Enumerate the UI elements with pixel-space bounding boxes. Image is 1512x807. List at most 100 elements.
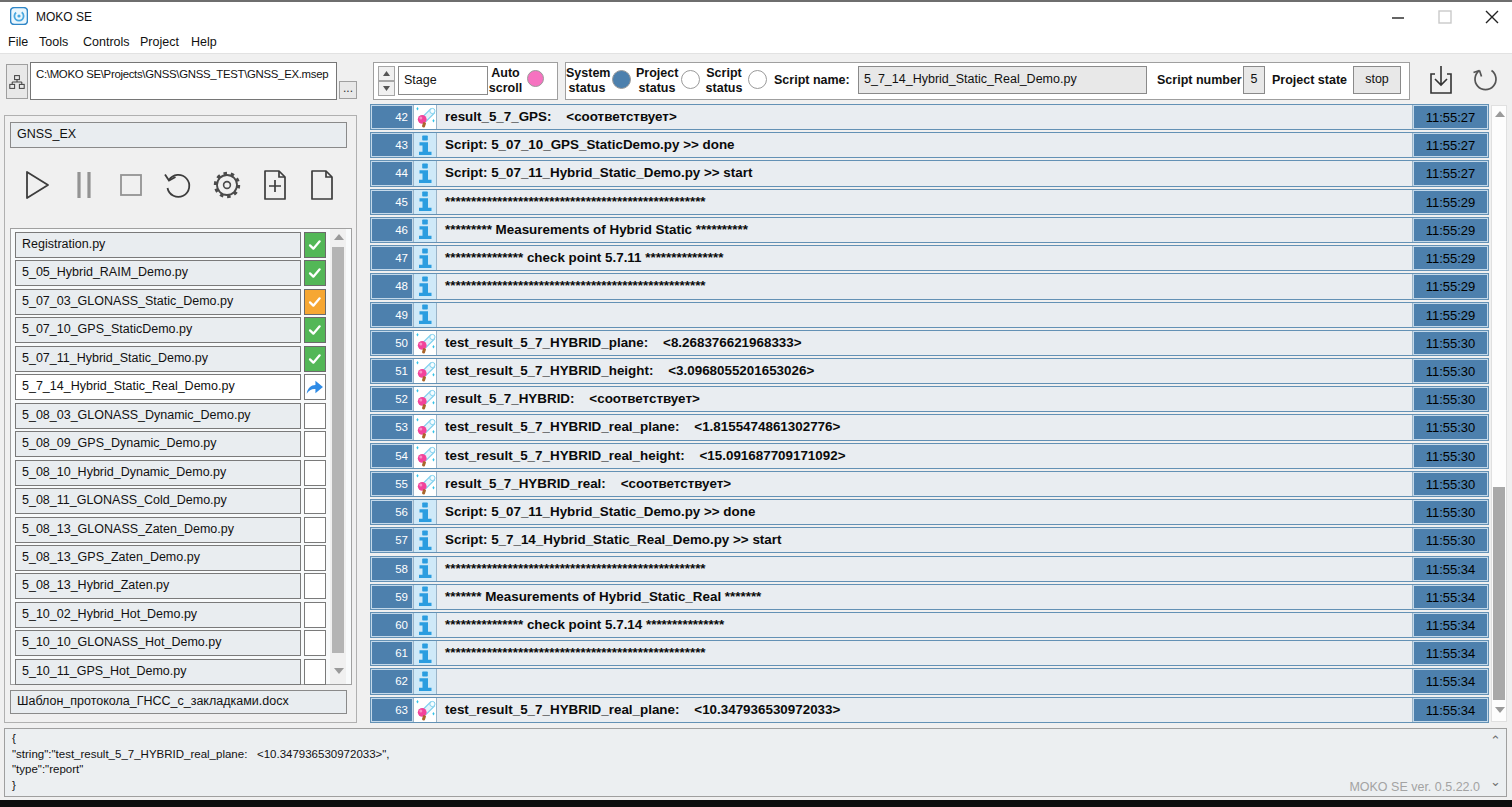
log-row-text: test_result_5_7_HYBRID_real_height: <15.…: [437, 444, 1412, 468]
info-icon-glyph: [418, 502, 433, 523]
log-row-text: result_5_7_HYBRID: <соответствует>: [437, 387, 1412, 411]
script-status-icon: [304, 630, 326, 656]
auto-scroll-indicator[interactable]: [527, 70, 544, 87]
log-row-text: [437, 303, 1412, 327]
log-row-text: [437, 669, 1412, 693]
log-row[interactable]: 45 *************************************…: [370, 189, 1489, 215]
script-list-item[interactable]: 5_07_10_GPS_StaticDemo.py: [15, 317, 301, 343]
log-row[interactable]: 43 Script: 5_07_10_GPS_StaticDemo.py >> …: [370, 132, 1489, 158]
stage-spin-down[interactable]: [378, 81, 395, 96]
report-wand-icon: [414, 417, 436, 439]
project-status-label: Project status: [636, 66, 678, 96]
console-scroll-up-arrow[interactable]: ⌃: [1490, 733, 1501, 748]
new-file-button[interactable]: [304, 167, 340, 203]
script-list-item[interactable]: 5_10_10_GLONASS_Hot_Demo.py: [15, 630, 301, 656]
log-row[interactable]: 50 test_result_5_7_HYBRID_plane: <8.2683…: [370, 330, 1489, 356]
menu-tools[interactable]: Tools: [39, 35, 68, 49]
log-row[interactable]: 54 test_result_5_7_HYBRID_real_height: <…: [370, 443, 1489, 469]
log-row[interactable]: 62 11:55:34: [370, 668, 1489, 694]
project-tree-button[interactable]: [6, 64, 28, 99]
script-list-item[interactable]: 5_08_09_GPS_Dynamic_Demo.py: [15, 431, 301, 457]
script-list-item[interactable]: 5_05_Hybrid_RAIM_Demo.py: [15, 260, 301, 286]
log-row[interactable]: 46 ********* Measurements of Hybrid Stat…: [370, 217, 1489, 243]
script-status-icon: [304, 289, 326, 315]
settings-button[interactable]: [209, 167, 245, 203]
scroll-up-arrow[interactable]: [334, 234, 344, 240]
project-name-field[interactable]: GNSS_EX: [10, 122, 347, 148]
close-button[interactable]: [1477, 8, 1507, 26]
log-row[interactable]: 58 *************************************…: [370, 556, 1489, 582]
script-list-item[interactable]: 5_08_03_GLONASS_Dynamic_Demo.py: [15, 403, 301, 429]
maximize-button[interactable]: [1430, 8, 1460, 26]
script-list-item[interactable]: 5_10_11_GPS_Hot_Demo.py: [15, 659, 301, 685]
log-row[interactable]: 53 test_result_5_7_HYBRID_real_plane: <1…: [370, 414, 1489, 440]
console-scroll-down-arrow[interactable]: ⌄: [1490, 774, 1501, 789]
stop-button[interactable]: [113, 167, 149, 203]
log-row-number: 56: [371, 500, 413, 524]
export-log-button[interactable]: [1426, 63, 1456, 97]
log-row[interactable]: 63 test_result_5_7_HYBRID_real_plane: <1…: [370, 697, 1489, 723]
clear-log-button[interactable]: [1468, 63, 1502, 97]
log-row[interactable]: 48 *************************************…: [370, 273, 1489, 299]
scrollbar-thumb[interactable]: [332, 247, 344, 653]
script-list-item[interactable]: 5_07_03_GLONASS_Static_Demo.py: [15, 289, 301, 315]
script-list-item[interactable]: 5_08_13_GLONASS_Zaten_Demo.py: [15, 517, 301, 543]
log-row[interactable]: 57 Script: 5_7_14_Hybrid_Static_Real_Dem…: [370, 527, 1489, 553]
project-path-field[interactable]: C:\MOKO SE\Projects\GNSS\GNSS_TEST\GNSS_…: [30, 62, 337, 100]
browse-button[interactable]: ...: [339, 81, 357, 99]
script-number-field[interactable]: 5: [1243, 66, 1265, 94]
log-scroll-up-arrow[interactable]: [1495, 111, 1505, 117]
info-icon: [413, 274, 437, 298]
log-row-time: 11:55:30: [1412, 472, 1488, 496]
log-row[interactable]: 47 *************** check point 5.7.11 **…: [370, 245, 1489, 271]
script-list-item[interactable]: 5_07_11_Hybrid_Static_Demo.py: [15, 346, 301, 372]
info-icon-glyph: [418, 558, 433, 579]
pause-button[interactable]: [66, 167, 102, 203]
report-icon: [413, 359, 437, 383]
log-row-number: 43: [371, 133, 413, 157]
project-status-indicator: [681, 70, 700, 89]
script-list-item[interactable]: Registration.py: [15, 232, 301, 258]
stage-spin-up[interactable]: [378, 66, 395, 81]
menu-project[interactable]: Project: [140, 35, 179, 49]
log-row[interactable]: 55 result_5_7_HYBRID_real: <соответствуе…: [370, 471, 1489, 497]
log-scroll-down-arrow[interactable]: [1495, 707, 1505, 713]
script-list-item[interactable]: 5_08_13_Hybrid_Zaten.py: [15, 573, 301, 599]
app-icon: [10, 7, 28, 25]
log-scrollbar-thumb[interactable]: [1493, 487, 1505, 700]
reset-button[interactable]: [161, 167, 197, 203]
script-list-item[interactable]: 5_08_10_Hybrid_Dynamic_Demo.py: [15, 460, 301, 486]
script-list: Registration.py 5_05_Hybrid_RAIM_Demo.py…: [10, 228, 352, 685]
stage-field[interactable]: Stage: [398, 66, 488, 95]
script-name-field[interactable]: 5_7_14_Hybrid_Static_Real_Demo.py: [858, 66, 1147, 94]
report-template-field[interactable]: Шаблон_протокола_ГНСС_с_закладками.docx: [10, 690, 347, 714]
titlebar: [0, 2, 1512, 31]
log-row[interactable]: 59 ******* Measurements of Hybrid_Static…: [370, 584, 1489, 610]
log-row[interactable]: 61 *************************************…: [370, 640, 1489, 666]
log-row[interactable]: 42 result_5_7_GPS: <соответствует>11:55:…: [370, 104, 1489, 130]
log-row[interactable]: 44 Script: 5_07_11_Hybrid_Static_Demo.py…: [370, 160, 1489, 186]
script-list-item[interactable]: 5_7_14_Hybrid_Static_Real_Demo.py: [15, 374, 301, 400]
log-row[interactable]: 49 11:55:29: [370, 302, 1489, 328]
script-list-item[interactable]: 5_08_11_GLONASS_Cold_Demo.py: [15, 488, 301, 514]
check-icon: [307, 351, 323, 367]
log-row[interactable]: 60 *************** check point 5.7.14 **…: [370, 612, 1489, 638]
info-icon-glyph: [418, 671, 433, 692]
info-icon: [413, 303, 437, 327]
log-row[interactable]: 52 result_5_7_HYBRID: <соответствует>11:…: [370, 386, 1489, 412]
menu-file[interactable]: File: [8, 35, 28, 49]
log-row[interactable]: 56 Script: 5_07_11_Hybrid_Static_Demo.py…: [370, 499, 1489, 525]
script-status-icon: [304, 431, 326, 457]
log-row-text: result_5_7_HYBRID_real: <соответствует>: [437, 472, 1412, 496]
play-button[interactable]: [19, 167, 55, 203]
scroll-down-arrow[interactable]: [334, 668, 344, 674]
add-file-button[interactable]: [257, 167, 293, 203]
script-list-item[interactable]: 5_08_13_GPS_Zaten_Demo.py: [15, 545, 301, 571]
script-list-item[interactable]: 5_10_02_Hybrid_Hot_Demo.py: [15, 602, 301, 628]
menu-help[interactable]: Help: [191, 35, 217, 49]
menu-controls[interactable]: Controls: [83, 35, 130, 49]
log-row-time: 11:55:34: [1412, 613, 1488, 637]
minimize-button[interactable]: [1383, 8, 1413, 26]
log-row[interactable]: 51 test_result_5_7_HYBRID_height: <3.096…: [370, 358, 1489, 384]
project-state-field[interactable]: stop: [1353, 66, 1401, 94]
